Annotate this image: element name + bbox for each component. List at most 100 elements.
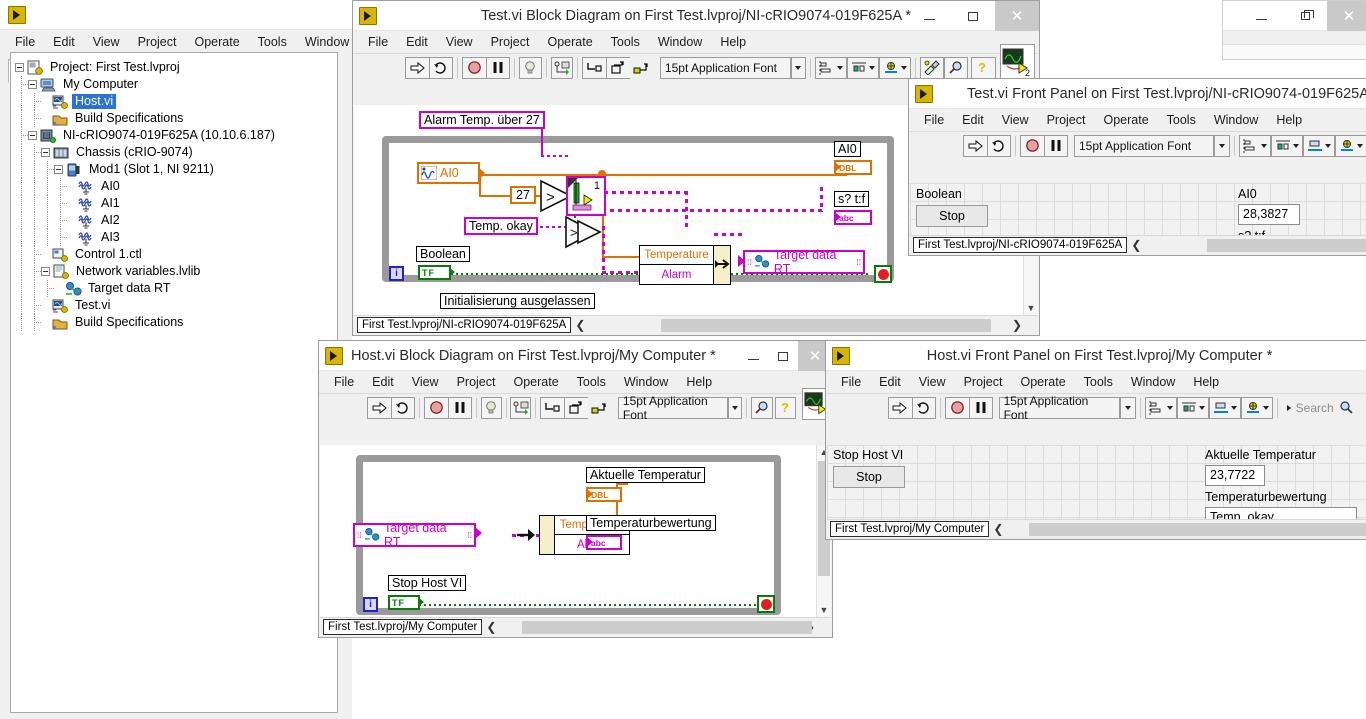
- menu-help[interactable]: Help: [711, 33, 755, 51]
- tree-item-mod1-slot-1-ni-9211[interactable]: Mod1 (Slot 1, NI 9211): [15, 161, 337, 178]
- comment-initialisierung[interactable]: Initialisierung ausgelassen: [440, 293, 595, 309]
- ai0-indicator-value[interactable]: 28,3827: [1238, 204, 1300, 225]
- vi-icon-badge[interactable]: 2: [999, 43, 1035, 80]
- tree-item-host-vi[interactable]: Host.vi: [15, 93, 337, 110]
- menu-tools[interactable]: Tools: [1075, 373, 1122, 391]
- abort-icon[interactable]: [1020, 134, 1044, 157]
- scroll-left-arrow[interactable]: ❮: [989, 522, 1007, 536]
- step-group[interactable]: [581, 56, 654, 79]
- str-indicator-label[interactable]: s? t:f: [834, 191, 870, 207]
- tree-item-control-1-ctl[interactable]: Control 1.ctl: [15, 246, 337, 263]
- step-into-icon[interactable]: [581, 56, 606, 79]
- ai0-indicator-label[interactable]: AI0: [834, 141, 861, 157]
- host-fp-canvas[interactable]: Stop Host VI Stop Aktuelle Temperatur 23…: [827, 445, 1366, 538]
- menu-help[interactable]: Help: [677, 373, 721, 391]
- close-icon[interactable]: ✕: [1327, 1, 1366, 31]
- run-group[interactable]: [405, 56, 454, 79]
- scroll-right-arrow[interactable]: ❯: [1008, 318, 1026, 332]
- scroll-left-arrow[interactable]: ❮: [1127, 238, 1145, 252]
- close-icon[interactable]: ✕: [995, 1, 1039, 31]
- tree-item-my-computer[interactable]: My Computer: [15, 76, 337, 93]
- distribute-objects-button[interactable]: [1271, 134, 1303, 157]
- test-vi-front-panel-window[interactable]: Test.vi Front Panel on First Test.lvproj…: [908, 78, 1366, 256]
- minimize-icon[interactable]: [907, 1, 951, 31]
- run-icon[interactable]: [367, 396, 392, 419]
- distribute-objects-button[interactable]: [1176, 396, 1209, 419]
- menu-project[interactable]: Project: [448, 373, 505, 391]
- background-window[interactable]: ✕: [1222, 0, 1366, 60]
- test-bd-titlebar[interactable]: Test.vi Block Diagram on First Test.lvpr…: [353, 1, 1039, 31]
- test-bd-hscrollbar[interactable]: [591, 317, 1006, 333]
- menu-project[interactable]: Project: [955, 373, 1012, 391]
- menu-file[interactable]: File: [915, 111, 953, 129]
- stop-host-vi-terminal[interactable]: TF: [388, 595, 420, 610]
- font-selector[interactable]: 15pt Application Font: [1074, 134, 1214, 157]
- menu-window[interactable]: Window: [296, 33, 358, 51]
- test-fp-hscrollbar[interactable]: [1147, 237, 1366, 253]
- maximize-icon[interactable]: [951, 1, 995, 31]
- tree-expander-icon[interactable]: [41, 148, 50, 157]
- project-menubar[interactable]: File Edit View Project Operate Tools Win…: [0, 30, 393, 54]
- align-objects-button[interactable]: [1144, 396, 1177, 419]
- abort-group[interactable]: [1020, 134, 1068, 157]
- host-fp-statusbar[interactable]: First Test.lvproj/My Computer ❮: [827, 519, 1366, 538]
- host-bd-statusbar[interactable]: First Test.lvproj/My Computer ❮ ❯: [320, 617, 831, 636]
- alarm-label[interactable]: Alarm Temp. über 27: [419, 111, 545, 129]
- search-icon[interactable]: [750, 396, 774, 419]
- menu-window[interactable]: Window: [615, 373, 677, 391]
- scroll-left-arrow[interactable]: ❮: [482, 620, 500, 634]
- search-dropdown-caret[interactable]: [1286, 404, 1291, 411]
- tree-expander-icon[interactable]: [28, 80, 37, 89]
- menu-file[interactable]: File: [832, 373, 870, 391]
- menu-operate[interactable]: Operate: [185, 33, 248, 51]
- hscroll-thumb[interactable]: [522, 620, 813, 634]
- run-continuously-icon[interactable]: [987, 134, 1011, 157]
- host-bd-window-controls[interactable]: ✕: [738, 341, 832, 371]
- unbundler-node[interactable]: [539, 515, 555, 555]
- abort-group[interactable]: [944, 396, 993, 419]
- bundle-cluster[interactable]: Temperature Alarm: [639, 245, 714, 285]
- run-continuously-icon[interactable]: [391, 396, 416, 419]
- pause-icon[interactable]: [486, 56, 511, 79]
- select-triangle-node[interactable]: >: [564, 215, 610, 249]
- scroll-down-arrow[interactable]: ▼: [1024, 301, 1038, 315]
- aktuelle-temperatur-label[interactable]: Aktuelle Temperatur: [586, 467, 705, 483]
- step-out-icon[interactable]: [588, 397, 612, 419]
- minimize-icon[interactable]: [1239, 1, 1283, 31]
- tree-expander-icon[interactable]: [15, 63, 24, 72]
- run-continuously-icon[interactable]: [429, 56, 454, 79]
- menu-edit[interactable]: Edit: [363, 373, 403, 391]
- run-icon[interactable]: [887, 396, 912, 419]
- menu-view[interactable]: View: [403, 373, 448, 391]
- temperaturbewertung-label[interactable]: Temperaturbewertung: [586, 515, 716, 531]
- host-vi-block-diagram-window[interactable]: Host.vi Block Diagram on First Test.lvpr…: [318, 340, 833, 638]
- menu-edit[interactable]: Edit: [870, 373, 910, 391]
- constant-27[interactable]: 27: [510, 186, 536, 204]
- font-dropdown-caret[interactable]: [1214, 134, 1230, 157]
- host-fp-menubar[interactable]: File Edit View Project Operate Tools Win…: [826, 371, 1366, 393]
- test-bd-statusbar[interactable]: First Test.lvproj/NI-cRIO9074-019F625A ❮…: [354, 315, 1038, 334]
- font-dropdown-caret[interactable]: [790, 56, 806, 79]
- host-fp-toolbar[interactable]: 15pt Application Font Search: [826, 393, 1366, 422]
- menu-file[interactable]: File: [359, 33, 397, 51]
- menu-window[interactable]: Window: [1122, 373, 1184, 391]
- restore-icon[interactable]: [1283, 1, 1327, 31]
- menu-window[interactable]: Window: [1205, 111, 1267, 129]
- menu-edit[interactable]: Edit: [397, 33, 437, 51]
- tree-item-ni-crio9074-019f625a-10-10-6-187[interactable]: NI-cRIO9074-019F625A (10.10.6.187): [15, 127, 337, 144]
- host-bd-menubar[interactable]: File Edit View Project Operate Tools Win…: [319, 371, 832, 393]
- host-fp-hscrollbar[interactable]: [1009, 521, 1366, 537]
- run-continuously-icon[interactable]: [911, 396, 936, 419]
- loop-iteration-terminal[interactable]: i: [363, 597, 378, 612]
- menu-tools[interactable]: Tools: [602, 33, 649, 51]
- menu-project[interactable]: Project: [482, 33, 539, 51]
- background-window-controls[interactable]: ✕: [1239, 1, 1366, 31]
- tree-item-project-first-test-lvproj[interactable]: Project: First Test.lvproj: [15, 59, 337, 76]
- host-fp-titlebar[interactable]: Host.vi Front Panel on First Test.lvproj…: [826, 341, 1366, 371]
- tree-item-network-variables-lvlib[interactable]: Network variables.lvlib: [15, 263, 337, 280]
- tree-item-ai3[interactable]: AI3: [15, 229, 337, 246]
- abort-group[interactable]: [424, 396, 473, 419]
- tree-item-ai2[interactable]: AI2: [15, 212, 337, 229]
- search-icon[interactable]: [1338, 400, 1354, 415]
- menu-help[interactable]: Help: [1184, 373, 1228, 391]
